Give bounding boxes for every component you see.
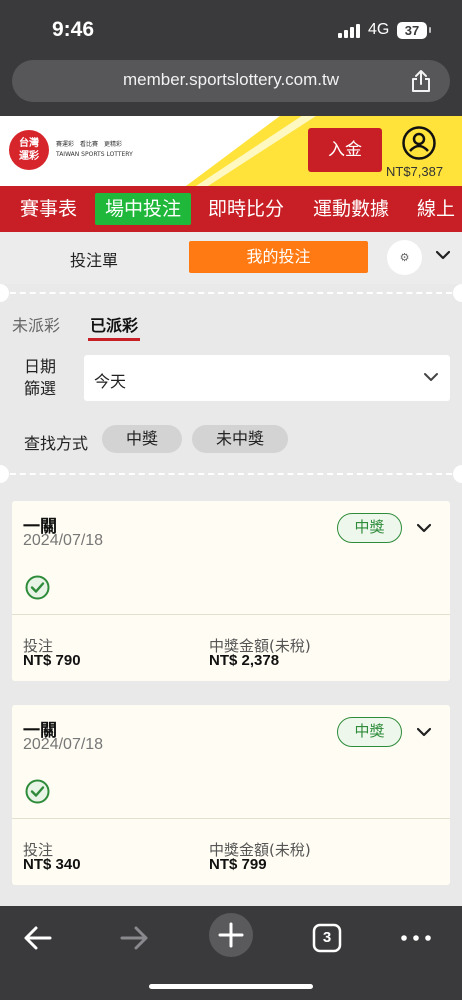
status-badge: 中獎 [337, 717, 402, 747]
battery-icon: 37 [397, 22, 431, 39]
active-tab-indicator [88, 338, 140, 341]
forward-arrow-icon[interactable] [114, 918, 154, 958]
nav-item-sports-data[interactable]: 運動數據 [313, 193, 389, 225]
logo-line-2: 運彩 [19, 151, 39, 162]
new-tab-plus-icon[interactable] [208, 912, 254, 958]
chevron-down-icon[interactable] [436, 250, 450, 260]
ticket-notch [453, 465, 462, 483]
status-badge: 中獎 [337, 513, 402, 543]
user-account-icon[interactable] [402, 126, 436, 160]
divider [0, 473, 462, 475]
share-icon[interactable] [410, 69, 432, 93]
date-filter-select[interactable]: 今天 [84, 355, 450, 401]
card-divider [12, 614, 450, 615]
logo-caption: 賽運彩 看比賽 更精彩 TAIWAN SPORTS LOTTERY [56, 140, 133, 160]
site-logo[interactable]: 台灣 運彩 [9, 130, 49, 170]
deposit-button[interactable]: 入金 [308, 128, 382, 172]
more-options-icon[interactable] [396, 918, 436, 958]
nav-item-schedule[interactable]: 賽事表 [20, 193, 77, 225]
home-indicator [149, 984, 313, 989]
ticket-notch [0, 465, 9, 483]
address-bar[interactable]: member.sportslottery.com.tw [12, 60, 450, 102]
logo-line-1: 台灣 [19, 138, 39, 149]
chevron-down-icon[interactable] [417, 523, 431, 533]
date-filter-label: 日期篩選 [24, 357, 57, 398]
tabs-button[interactable]: 3 [307, 918, 347, 958]
nav-item-online[interactable]: 線上 [417, 193, 455, 225]
bet-date: 2024/07/18 [23, 736, 104, 753]
stake-amount: NT$ 340 [23, 856, 81, 873]
divider [0, 292, 462, 294]
bet-card[interactable]: 一關 2024/07/18 中獎 投注 NT$ 790 中獎金額(未稅) NT$… [12, 501, 450, 681]
ticket-notch [453, 284, 462, 302]
check-circle-icon [25, 779, 50, 804]
signal-icon [338, 24, 362, 38]
network-type: 4G [368, 21, 390, 38]
date-filter-value: 今天 [94, 372, 127, 391]
search-method-label: 查找方式 [24, 434, 89, 453]
chevron-down-icon[interactable] [417, 727, 431, 737]
ticket-notch [0, 284, 9, 302]
stake-amount: NT$ 790 [23, 652, 81, 669]
bet-tabs: 投注單 我的投注 ⚙ [0, 232, 462, 284]
payout-amount: NT$ 2,378 [209, 652, 280, 669]
tab-bet-slip[interactable]: 投注單 [70, 247, 118, 271]
bet-card[interactable]: 一關 2024/07/18 中獎 投注 NT$ 340 中獎金額(未稅) NT$… [12, 705, 450, 885]
bet-date: 2024/07/18 [23, 532, 104, 549]
tab-count: 3 [322, 929, 332, 946]
payout-amount: NT$ 799 [209, 856, 267, 873]
tab-my-bets[interactable]: 我的投注 [189, 241, 368, 273]
check-circle-icon [25, 575, 50, 600]
card-divider [12, 818, 450, 819]
nav-item-live-scores[interactable]: 即時比分 [208, 193, 284, 225]
status-bar: 9:46 4G 37 [0, 0, 462, 60]
logo-caption-en: TAIWAN SPORTS LOTTERY [56, 151, 133, 158]
tab-settled[interactable]: 已派彩 [90, 312, 138, 336]
main-nav: 賽事表 場中投注 即時比分 運動數據 線上 [0, 186, 462, 232]
filter-won-button[interactable]: 中獎 [102, 425, 182, 453]
tab-unsettled[interactable]: 未派彩 [12, 312, 60, 336]
url-text[interactable]: member.sportslottery.com.tw [12, 70, 450, 90]
logo-caption-zh: 賽運彩 看比賽 更精彩 [56, 141, 123, 148]
back-arrow-icon[interactable] [18, 918, 58, 958]
nav-item-live-betting[interactable]: 場中投注 [95, 193, 192, 225]
status-time: 9:46 [52, 18, 95, 41]
settings-icon[interactable]: ⚙ [387, 240, 422, 275]
filter-lost-button[interactable]: 未中獎 [192, 425, 288, 453]
chevron-down-icon [424, 373, 438, 381]
account-balance: NT$7,387 [386, 164, 444, 179]
